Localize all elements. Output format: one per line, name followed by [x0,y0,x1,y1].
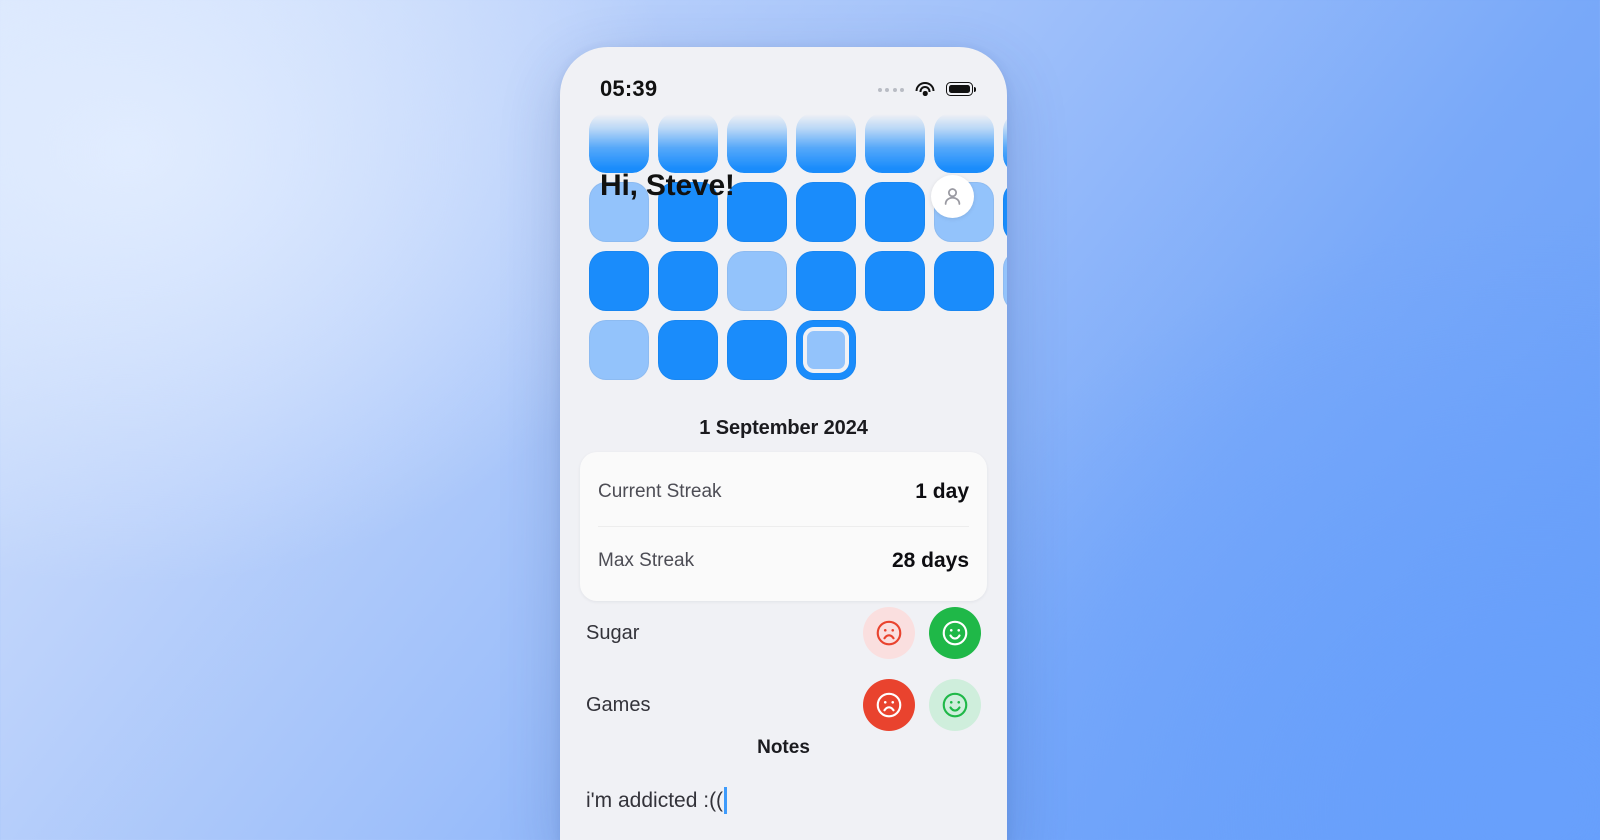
calendar-cell-empty [865,320,925,380]
calendar-day-cell[interactable] [865,182,925,242]
habit-sad-button[interactable] [863,607,915,659]
person-avatar-icon [944,188,961,205]
max-streak-label: Max Streak [598,550,695,571]
calendar-day-cell[interactable] [1003,113,1007,173]
calendar-day-cell[interactable] [658,320,718,380]
calendar-day-cell[interactable] [796,182,856,242]
calendar-day-cell[interactable] [796,251,856,311]
text-caret [724,787,727,814]
smiling-face-icon [942,620,968,646]
notes-input[interactable]: i'm addicted :(( [586,787,981,814]
habit-label: Sugar [586,621,640,644]
habit-toggle-group [863,679,981,731]
calendar-day-cell[interactable] [658,251,718,311]
calendar-day-cell[interactable] [727,320,787,380]
wifi-icon [915,81,935,97]
habit-list: Sugar Games [560,597,1007,741]
calendar-day-cell[interactable] [727,113,787,173]
habit-row-games: Games [586,669,981,741]
calendar-day-cell[interactable] [865,251,925,311]
selected-date-label: 1 September 2024 [699,417,868,439]
calendar-day-cell[interactable] [1003,251,1007,311]
max-streak-value: 28 days [891,549,969,572]
table-row: Max Streak 28 days [598,526,969,595]
current-streak-label: Current Streak [598,481,722,502]
calendar-day-cell[interactable] [934,113,994,173]
signal-dots-icon [877,87,904,92]
avatar[interactable] [931,175,974,218]
habit-happy-button[interactable] [929,607,981,659]
notes-heading: Notes [757,737,810,758]
calendar-day-cell[interactable] [589,320,649,380]
notes-value: i'm addicted :(( [586,788,724,812]
calendar-cell-empty [1003,320,1007,380]
habit-toggle-group [863,607,981,659]
streak-stats-card: Current Streak 1 day Max Streak 28 days [580,452,987,601]
battery-full-icon [946,82,976,96]
calendar-day-cell[interactable] [658,113,718,173]
habit-row-sugar: Sugar [586,597,981,669]
calendar-day-cell[interactable] [589,251,649,311]
frowning-face-icon [876,620,902,646]
calendar-day-cell[interactable] [796,113,856,173]
status-bar-clock: 05:39 [600,76,658,101]
table-row: Current Streak 1 day [598,458,969,526]
habit-happy-button[interactable] [929,679,981,731]
frowning-face-icon [876,692,902,718]
app-screen: Hi, Steve! 1 September 2024 Current Stre… [560,47,1007,840]
phone-frame: 05:39 Hi, Steve! 1 September 2024 Curren… [560,47,1007,840]
calendar-day-cell[interactable] [727,251,787,311]
calendar-cell-empty [934,320,994,380]
calendar-day-cell-selected-inner [803,327,849,373]
calendar-day-cell[interactable] [589,113,649,173]
status-bar: 05:39 [560,47,1007,113]
calendar-day-cell[interactable] [865,113,925,173]
calendar-day-cell[interactable] [934,251,994,311]
calendar-day-cell[interactable] [727,182,787,242]
habit-label: Games [586,693,651,716]
habit-sad-button[interactable] [863,679,915,731]
page-title: Hi, Steve! [600,169,735,202]
smiling-face-icon [942,692,968,718]
calendar-day-cell[interactable] [796,320,856,380]
calendar-grid [560,113,1007,380]
status-bar-indicators [877,81,976,97]
calendar-day-cell[interactable] [1003,182,1007,242]
current-streak-value: 1 day [915,480,969,503]
